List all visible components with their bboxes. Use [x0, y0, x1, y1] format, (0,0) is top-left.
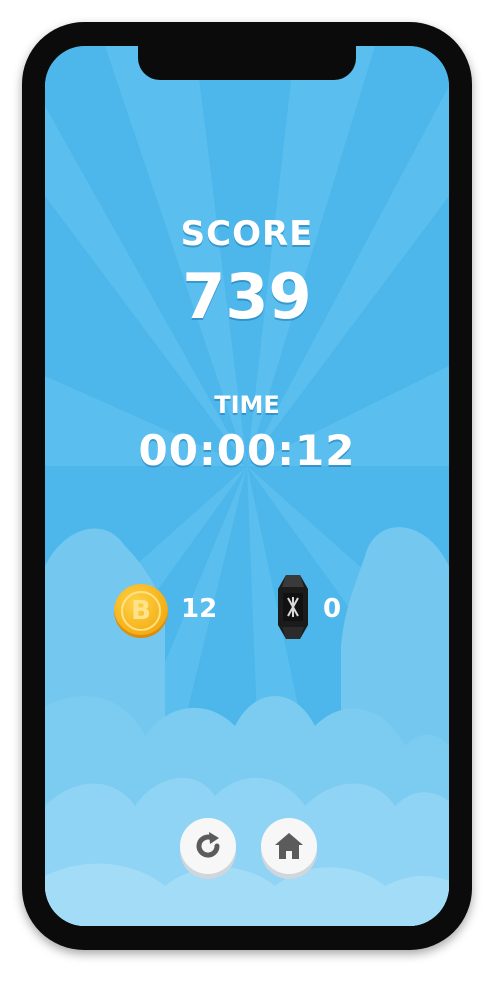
score-value: 739 [182, 260, 312, 333]
bitcoin-coin-icon: B [114, 584, 168, 638]
phone-notch [138, 46, 356, 80]
coin-symbol: B [121, 591, 161, 631]
time-value: 00:00:12 [138, 426, 356, 475]
phone-frame: SCORE 739 TIME 00:00:12 B 12 0 [22, 22, 472, 950]
home-icon [275, 833, 303, 859]
coin-count: 12 [181, 594, 218, 624]
score-label: SCORE [180, 214, 314, 254]
gem-count: 0 [323, 594, 342, 624]
sky-background [45, 46, 449, 926]
restart-icon [196, 832, 220, 858]
time-label: TIME [214, 391, 280, 419]
game-over-screen: SCORE 739 TIME 00:00:12 B 12 0 [45, 46, 449, 926]
restart-button[interactable] [180, 818, 236, 874]
home-button[interactable] [261, 818, 317, 874]
crystal-gem-icon [278, 575, 308, 639]
